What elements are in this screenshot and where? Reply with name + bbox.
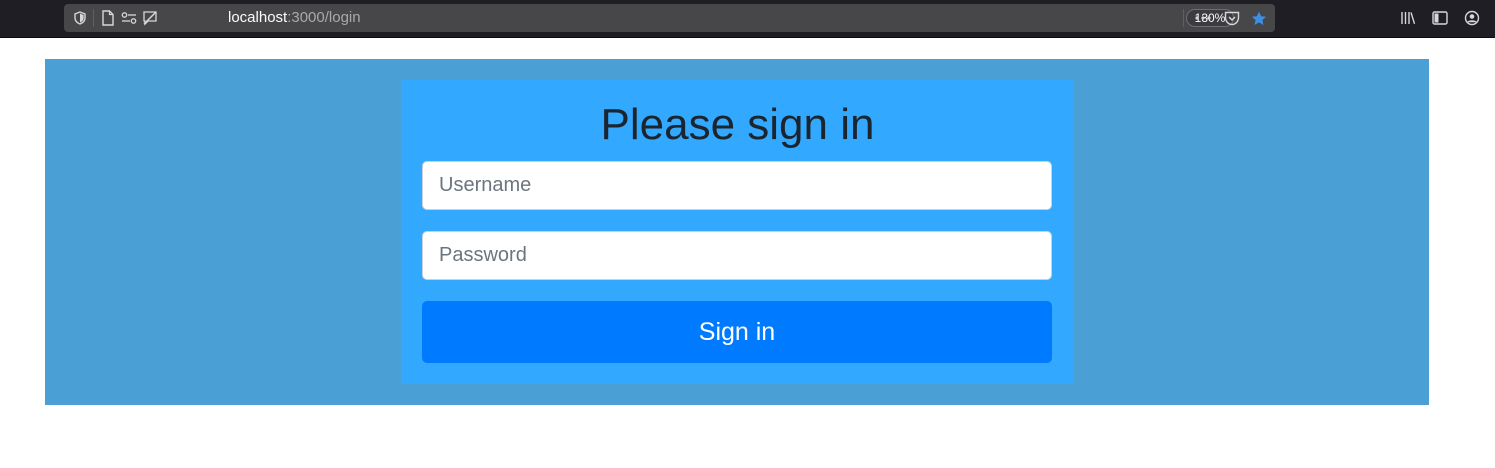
library-icon[interactable] (1399, 9, 1417, 27)
account-icon[interactable] (1463, 9, 1481, 27)
password-input[interactable] (422, 231, 1052, 280)
url-bar[interactable]: localhost:3000/login 130% (64, 4, 1275, 32)
page-title: Please sign in (600, 100, 875, 149)
page-actions-separator (1183, 9, 1184, 27)
url-text[interactable]: localhost:3000/login (228, 10, 361, 26)
tracking-icon[interactable] (142, 10, 158, 26)
login-form: Please sign in Sign in (401, 80, 1074, 384)
bookmark-star-icon[interactable] (1251, 10, 1267, 26)
url-host: localhost (228, 9, 288, 26)
pocket-icon[interactable] (1224, 10, 1240, 26)
url-path: :3000/login (287, 9, 361, 26)
username-input[interactable] (422, 161, 1052, 210)
login-panel: Please sign in Sign in (45, 59, 1429, 405)
sign-in-button[interactable]: Sign in (422, 301, 1052, 363)
more-icon[interactable] (1195, 10, 1211, 26)
sidebar-icon[interactable] (1431, 9, 1449, 27)
page-icon[interactable] (100, 10, 116, 26)
shield-icon[interactable] (72, 10, 88, 26)
permissions-icon[interactable] (121, 10, 137, 26)
url-separator (93, 9, 94, 27)
browser-toolbar: localhost:3000/login 130% (0, 0, 1495, 38)
